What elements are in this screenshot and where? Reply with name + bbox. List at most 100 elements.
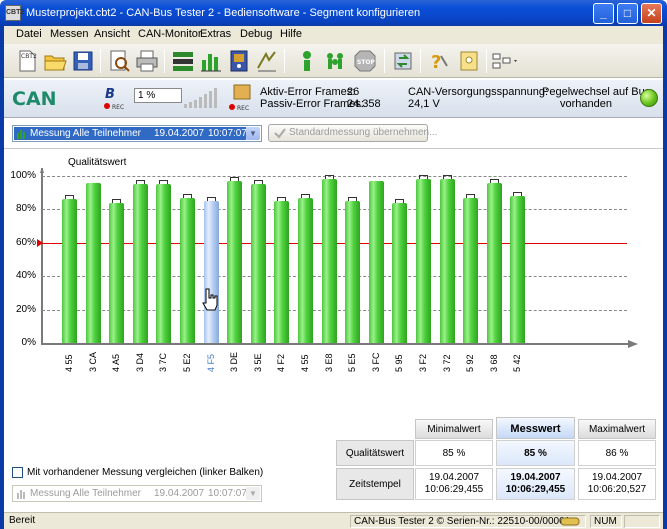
status-bar: Bereit CAN-Bus Tester 2 © Serien-Nr.: 22… [4,512,663,529]
chart-bar[interactable] [180,197,195,343]
timestamp-measured: 19.04.2007 10:06:29,455 [496,468,575,500]
node-icon[interactable] [294,48,320,74]
error-bar [277,197,287,202]
take-standard-measurement-button[interactable]: Standardmessung übernehmen... [268,124,437,142]
error-bar [230,177,240,181]
x-tick-label: 3 DE [229,351,240,372]
chart-bar[interactable] [298,197,313,343]
compare-checkbox[interactable] [12,467,23,478]
chart-bar[interactable] [486,182,502,343]
num-lock-indicator: NUM [590,515,622,528]
quality-max-value: 86 % [578,440,656,466]
menu-datei[interactable]: Datei [16,28,42,40]
help-icon[interactable]: ? [426,48,452,74]
chart-bar[interactable] [109,202,125,343]
chart-bar[interactable] [62,199,77,343]
x-tick-label: 5 92 [465,354,476,372]
x-tick-label: 3 72 [441,354,452,372]
error-bar [513,192,523,197]
menu-messen[interactable]: Messen [50,28,89,40]
report-icon[interactable] [456,48,482,74]
y-tick-label: 100% [10,170,36,181]
quality-min-value: 85 % [415,440,493,466]
chart-bar[interactable] [439,179,455,343]
segment-icon[interactable] [170,48,196,74]
compare-checkbox-label[interactable]: Mit vorhandener Messung vergleichen (lin… [27,467,263,478]
x-tick-label: 4 A5 [111,353,122,372]
print-icon[interactable] [134,48,160,74]
error-bar [183,193,192,198]
chart-small-icon [17,490,25,499]
chart-bar[interactable] [274,201,290,343]
timestamp-max-date: 19.04.2007 [591,472,643,483]
chart-axes [40,168,638,348]
new-document-icon[interactable]: CBT2 [14,48,40,74]
maximize-button[interactable]: □ [617,3,638,24]
nodes-icon[interactable] [322,48,348,74]
chart-bar[interactable] [510,196,526,343]
window-title: Musterprojekt.cbt2 - CAN-Bus Tester 2 - … [26,7,421,19]
y-tick-label: 40% [15,270,36,282]
toolbar-separator [420,49,421,73]
chart-bar[interactable] [203,201,219,343]
x-tick-label: 3 FC [370,352,381,372]
chevron-down-icon[interactable]: ▼ [246,487,260,500]
quality-measured-value: 85 % [496,440,575,466]
save-icon[interactable] [70,48,96,74]
header-maximalwert: Maximalwert [578,419,656,439]
app-icon[interactable]: CBT2 [5,5,24,21]
compare-measurement-select[interactable]: Messung Alle Teilnehmer 19.04.2007 10:07… [12,485,262,502]
chart-bar[interactable] [156,184,172,343]
chart-bar[interactable] [227,181,243,343]
timestamp-measured-date: 19.04.2007 [510,472,561,483]
x-tick-label: 4 F5 [205,353,216,372]
timestamp-min-date: 19.04.2007 [428,472,480,483]
chart-bar[interactable] [85,182,101,343]
error-bar [206,197,216,202]
toolbar: CBT2 STOP ? [4,44,663,78]
measure-icon[interactable] [254,48,280,74]
title-bar: CBT2 Musterprojekt.cbt2 - CAN-Bus Tester… [0,0,667,26]
menu-ansicht[interactable]: Ansicht [94,28,130,40]
svg-text:REC: REC [112,104,124,111]
menu-extras[interactable]: Extras [200,28,231,40]
svg-text:CBT2: CBT2 [21,53,37,60]
timestamp-max: 19.04.2007 10:06:20,527 [578,468,656,500]
device-icon[interactable] [226,48,252,74]
chart-bar[interactable] [463,197,479,343]
chart-bar[interactable] [345,201,361,343]
x-tick-label: 5 E2 [182,353,192,372]
reference-marker-icon [37,238,43,247]
minimize-button[interactable]: _ [593,3,614,24]
print-preview-icon[interactable] [106,48,132,74]
chart-bar[interactable] [416,179,431,343]
open-folder-icon[interactable] [42,48,68,74]
chart-icon[interactable] [198,48,224,74]
timestamp-min-time: 10:06:29,455 [424,484,484,495]
error-record-icon: REC [229,84,251,112]
passive-error-value: 24.358 [347,98,381,110]
window-border-right [663,26,667,529]
measurement-select[interactable]: Messung Alle Teilnehmer 19.04.2007 10:07… [12,125,262,142]
chart-bar[interactable] [321,179,337,343]
x-tick-label: 5 E5 [347,353,358,372]
chevron-down-icon[interactable]: ▼ [246,127,260,140]
menu-debug[interactable]: Debug [240,28,272,40]
chart-bar[interactable] [392,202,408,343]
menu-can-monitor[interactable]: CAN-Monitor [138,28,202,40]
chart-bar[interactable] [368,181,384,343]
x-tick-label: 3 E8 [323,353,334,372]
layout-icon[interactable] [490,48,520,74]
row-label-timestamp: Zeitstempel [336,468,414,500]
menu-hilfe[interactable]: Hilfe [280,28,302,40]
measurement-date: 19.04.2007 [154,128,205,139]
stop-icon[interactable]: STOP [352,48,378,74]
supply-voltage-label: CAN-Versorgungsspannung: [408,86,549,98]
compare-measurement-time: 10:07:07 [208,488,247,499]
y-tick-label: 60% [15,236,36,248]
close-button[interactable]: ✕ [641,3,662,24]
chart-bar[interactable] [132,184,148,343]
refresh-icon[interactable] [390,48,416,74]
error-bar [159,180,169,185]
chart-bar[interactable] [250,184,266,343]
